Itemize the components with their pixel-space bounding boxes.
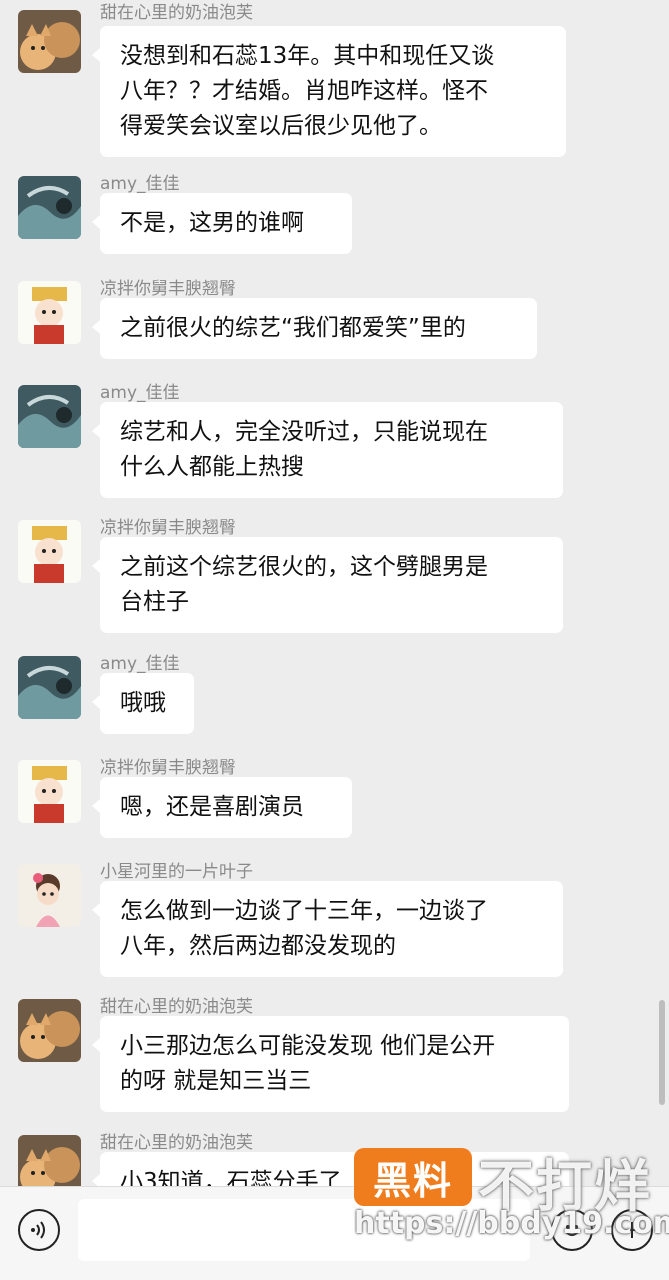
watermark-badge: 黑料 (354, 1148, 472, 1206)
message-line: 没想到和石蕊13年。其中和现任又谈 (120, 43, 495, 69)
message-line: 之前很火的综艺“我们都爱笑”里的 (120, 315, 466, 341)
sender-name: 甜在心里的奶油泡芙 (100, 3, 253, 23)
message-line: 台柱子 (120, 589, 189, 615)
message-bubble[interactable]: 没想到和石蕊13年。其中和现任又谈 八年？？才结婚。肖旭咋这样。怪不 得爱笑会议… (92, 26, 566, 157)
sender-name: 凉拌你舅丰腴翘臀 (100, 758, 236, 778)
girl-sticker-avatar[interactable] (18, 864, 81, 927)
message-line: 怎么做到一边谈了十三年，一边谈了 (120, 898, 488, 924)
message-line: 不是，这男的谁啊 (120, 210, 304, 236)
message-line: 小三那边怎么可能没发现 他们是公开 (120, 1033, 496, 1059)
message-line: 什么人都能上热搜 (120, 454, 304, 480)
cartoon-girl-avatar[interactable] (18, 281, 81, 344)
message-bubble[interactable]: 不是，这男的谁啊 (92, 193, 352, 254)
chat-area[interactable]: 甜在心里的奶油泡芙 没想到和石蕊13年。其中和现任又谈 八年？？才结婚。肖旭咋这… (0, 0, 669, 1186)
message-bubble[interactable]: 之前很火的综艺“我们都爱笑”里的 (92, 298, 537, 359)
message-line: 八年，然后两边都没发现的 (120, 933, 396, 959)
sender-name: 甜在心里的奶油泡芙 (100, 1133, 253, 1153)
watermark-badge-text: 黑料 (372, 1158, 453, 1203)
cat-avatar[interactable] (18, 1135, 81, 1186)
storm-avatar[interactable] (18, 176, 81, 239)
storm-avatar[interactable] (18, 656, 81, 719)
sender-name: amy_佳佳 (100, 174, 180, 194)
cartoon-girl-avatar[interactable] (18, 520, 81, 583)
message-line: 的呀 就是知三当三 (120, 1068, 312, 1094)
scrollbar[interactable] (659, 1000, 665, 1105)
cartoon-girl-avatar[interactable] (18, 760, 81, 823)
message-bubble[interactable]: 之前这个综艺很火的，这个劈腿男是 台柱子 (92, 537, 563, 633)
message-line: 之前这个综艺很火的，这个劈腿男是 (120, 554, 488, 580)
sender-name: 凉拌你舅丰腴翘臀 (100, 279, 236, 299)
watermark: 黑料 不打烊 https://bbdy19.com (352, 1142, 669, 1262)
sender-name: amy_佳佳 (100, 654, 180, 674)
cat-avatar[interactable] (18, 999, 81, 1062)
storm-avatar[interactable] (18, 385, 81, 448)
message-bubble[interactable]: 嗯，还是喜剧演员 (92, 777, 352, 838)
sender-name: 凉拌你舅丰腴翘臀 (100, 518, 236, 538)
message-line: 哦哦 (120, 690, 166, 716)
message-bubble[interactable]: 综艺和人，完全没听过，只能说现在 什么人都能上热搜 (92, 402, 563, 498)
message-bubble[interactable]: 怎么做到一边谈了十三年，一边谈了 八年，然后两边都没发现的 (92, 881, 563, 977)
message-line: 八年？？才结婚。肖旭咋这样。怪不 (120, 78, 488, 104)
sender-name: 小星河里的一片叶子 (100, 862, 253, 882)
message-line: 综艺和人，完全没听过，只能说现在 (120, 419, 488, 445)
watermark-url: https://bbdy19.com (354, 1206, 669, 1241)
message-line: 得爱笑会议室以后很少见他了。 (120, 113, 442, 139)
message-line: 嗯，还是喜剧演员 (120, 794, 304, 820)
message-bubble[interactable]: 哦哦 (92, 673, 194, 734)
sender-name: amy_佳佳 (100, 383, 180, 403)
voice-icon[interactable] (18, 1209, 60, 1251)
cat-avatar[interactable] (18, 10, 81, 73)
sender-name: 甜在心里的奶油泡芙 (100, 997, 253, 1017)
message-bubble[interactable]: 小三那边怎么可能没发现 他们是公开 的呀 就是知三当三 (92, 1016, 569, 1112)
